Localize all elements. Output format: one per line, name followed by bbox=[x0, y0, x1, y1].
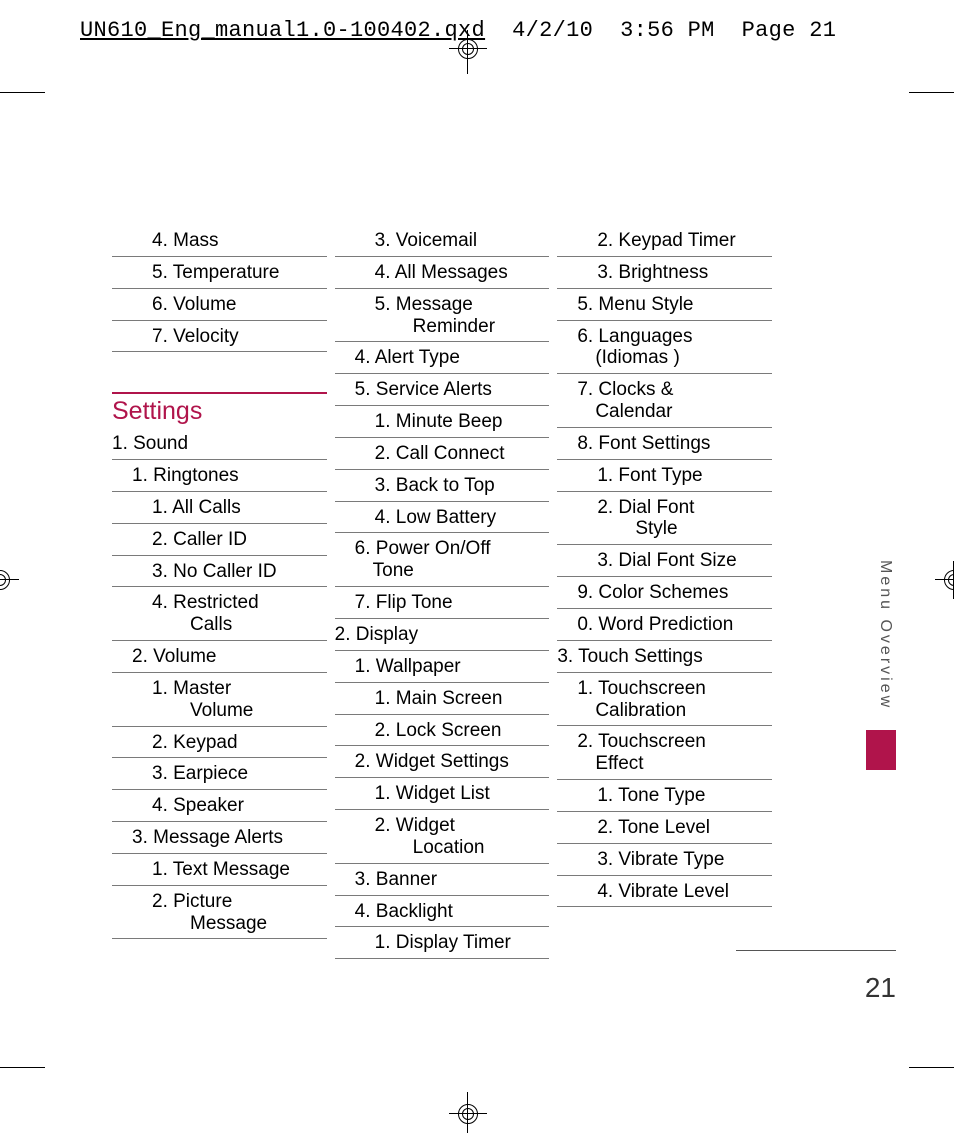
crop-mark bbox=[909, 92, 954, 93]
menu-item: 0. Word Prediction bbox=[557, 609, 772, 641]
menu-item: 2. TouchscreenEffect bbox=[557, 726, 772, 780]
menu-item: 1. All Calls bbox=[112, 492, 327, 524]
menu-item: 1. Display Timer bbox=[335, 927, 550, 959]
page-number: 21 bbox=[865, 972, 896, 1004]
settings-heading: Settings bbox=[112, 394, 327, 428]
slug-date: 4/2/10 bbox=[512, 18, 593, 43]
crop-mark bbox=[0, 1067, 45, 1068]
menu-item: 2. Tone Level bbox=[557, 812, 772, 844]
menu-item: 3. Vibrate Type bbox=[557, 844, 772, 876]
menu-item: 3. Dial Font Size bbox=[557, 545, 772, 577]
menu-item: 2. Dial FontStyle bbox=[557, 492, 772, 546]
menu-item: 2. Keypad Timer bbox=[557, 225, 772, 257]
menu-item: 3. Earpiece bbox=[112, 758, 327, 790]
menu-item: 3. Banner bbox=[335, 864, 550, 896]
menu-item: 1. Widget List bbox=[335, 778, 550, 810]
menu-item: 1. MasterVolume bbox=[112, 673, 327, 727]
menu-item: 6. Volume bbox=[112, 289, 327, 321]
menu-item: 1. Text Message bbox=[112, 854, 327, 886]
menu-item: 1. Font Type bbox=[557, 460, 772, 492]
menu-item: 4. Backlight bbox=[335, 896, 550, 928]
menu-item: 3. Brightness bbox=[557, 257, 772, 289]
menu-item: 4. All Messages bbox=[335, 257, 550, 289]
menu-item: 7. Clocks &Calendar bbox=[557, 374, 772, 428]
menu-item: 4. Low Battery bbox=[335, 502, 550, 534]
footer-rule bbox=[736, 950, 896, 951]
menu-item: 1. Ringtones bbox=[112, 460, 327, 492]
menu-item: 5. Service Alerts bbox=[335, 374, 550, 406]
menu-item: 9. Color Schemes bbox=[557, 577, 772, 609]
menu-item: 3. No Caller ID bbox=[112, 556, 327, 588]
menu-item: 1. Tone Type bbox=[557, 780, 772, 812]
registration-mark-icon bbox=[449, 30, 487, 68]
menu-item: 3. Voicemail bbox=[335, 225, 550, 257]
section-tab-icon bbox=[866, 730, 896, 770]
menu-item: 4. Vibrate Level bbox=[557, 876, 772, 908]
slug-filename: UN610_Eng_manual1.0-100402.qxd bbox=[80, 18, 485, 43]
menu-item: 1. Minute Beep bbox=[335, 406, 550, 438]
menu-item: 1. Wallpaper bbox=[335, 651, 550, 683]
menu-item: 6. Languages(Idiomas ) bbox=[557, 321, 772, 375]
menu-item: 2. Caller ID bbox=[112, 524, 327, 556]
section-side-label: Menu Overview bbox=[876, 560, 894, 710]
menu-item: 3. Message Alerts bbox=[112, 822, 327, 854]
registration-mark-icon bbox=[0, 561, 19, 599]
menu-item: 2. Lock Screen bbox=[335, 715, 550, 747]
menu-item: 7. Velocity bbox=[112, 321, 327, 353]
slug-time: 3:56 PM bbox=[620, 18, 715, 43]
menu-item: 6. Power On/OffTone bbox=[335, 533, 550, 587]
menu-item: 1. Main Screen bbox=[335, 683, 550, 715]
menu-item: 3. Back to Top bbox=[335, 470, 550, 502]
menu-item: 4. Speaker bbox=[112, 790, 327, 822]
menu-item: 2. Keypad bbox=[112, 727, 327, 759]
menu-item: 2. WidgetLocation bbox=[335, 810, 550, 864]
menu-item: 3. Touch Settings bbox=[557, 641, 772, 673]
menu-item: 5. MessageReminder bbox=[335, 289, 550, 343]
menu-item: 2. Volume bbox=[112, 641, 327, 673]
menu-item: 7. Flip Tone bbox=[335, 587, 550, 619]
slug-page-number: 21 bbox=[809, 18, 836, 43]
crop-mark bbox=[909, 1067, 954, 1068]
menu-overview-columns: 4. Mass5. Temperature6. Volume7. Velocit… bbox=[112, 225, 772, 970]
registration-mark-icon bbox=[935, 561, 954, 599]
manual-page: UN610_Eng_manual1.0-100402.qxd 4/2/10 3:… bbox=[0, 0, 954, 1145]
menu-item: 4. Mass bbox=[112, 225, 327, 257]
menu-item: 2. PictureMessage bbox=[112, 886, 327, 940]
menu-item: 2. Call Connect bbox=[335, 438, 550, 470]
crop-mark bbox=[0, 92, 45, 93]
registration-mark-icon bbox=[449, 1095, 487, 1133]
menu-item: 5. Temperature bbox=[112, 257, 327, 289]
menu-item: 1. TouchscreenCalibration bbox=[557, 673, 772, 727]
menu-item: 1. Sound bbox=[112, 428, 327, 460]
menu-item: 2. Display bbox=[335, 619, 550, 651]
slug-page-word: Page bbox=[742, 18, 796, 43]
menu-item: 2. Widget Settings bbox=[335, 746, 550, 778]
menu-item: 5. Menu Style bbox=[557, 289, 772, 321]
menu-item: 4. Alert Type bbox=[335, 342, 550, 374]
menu-item: 8. Font Settings bbox=[557, 428, 772, 460]
menu-item: 4. RestrictedCalls bbox=[112, 587, 327, 641]
